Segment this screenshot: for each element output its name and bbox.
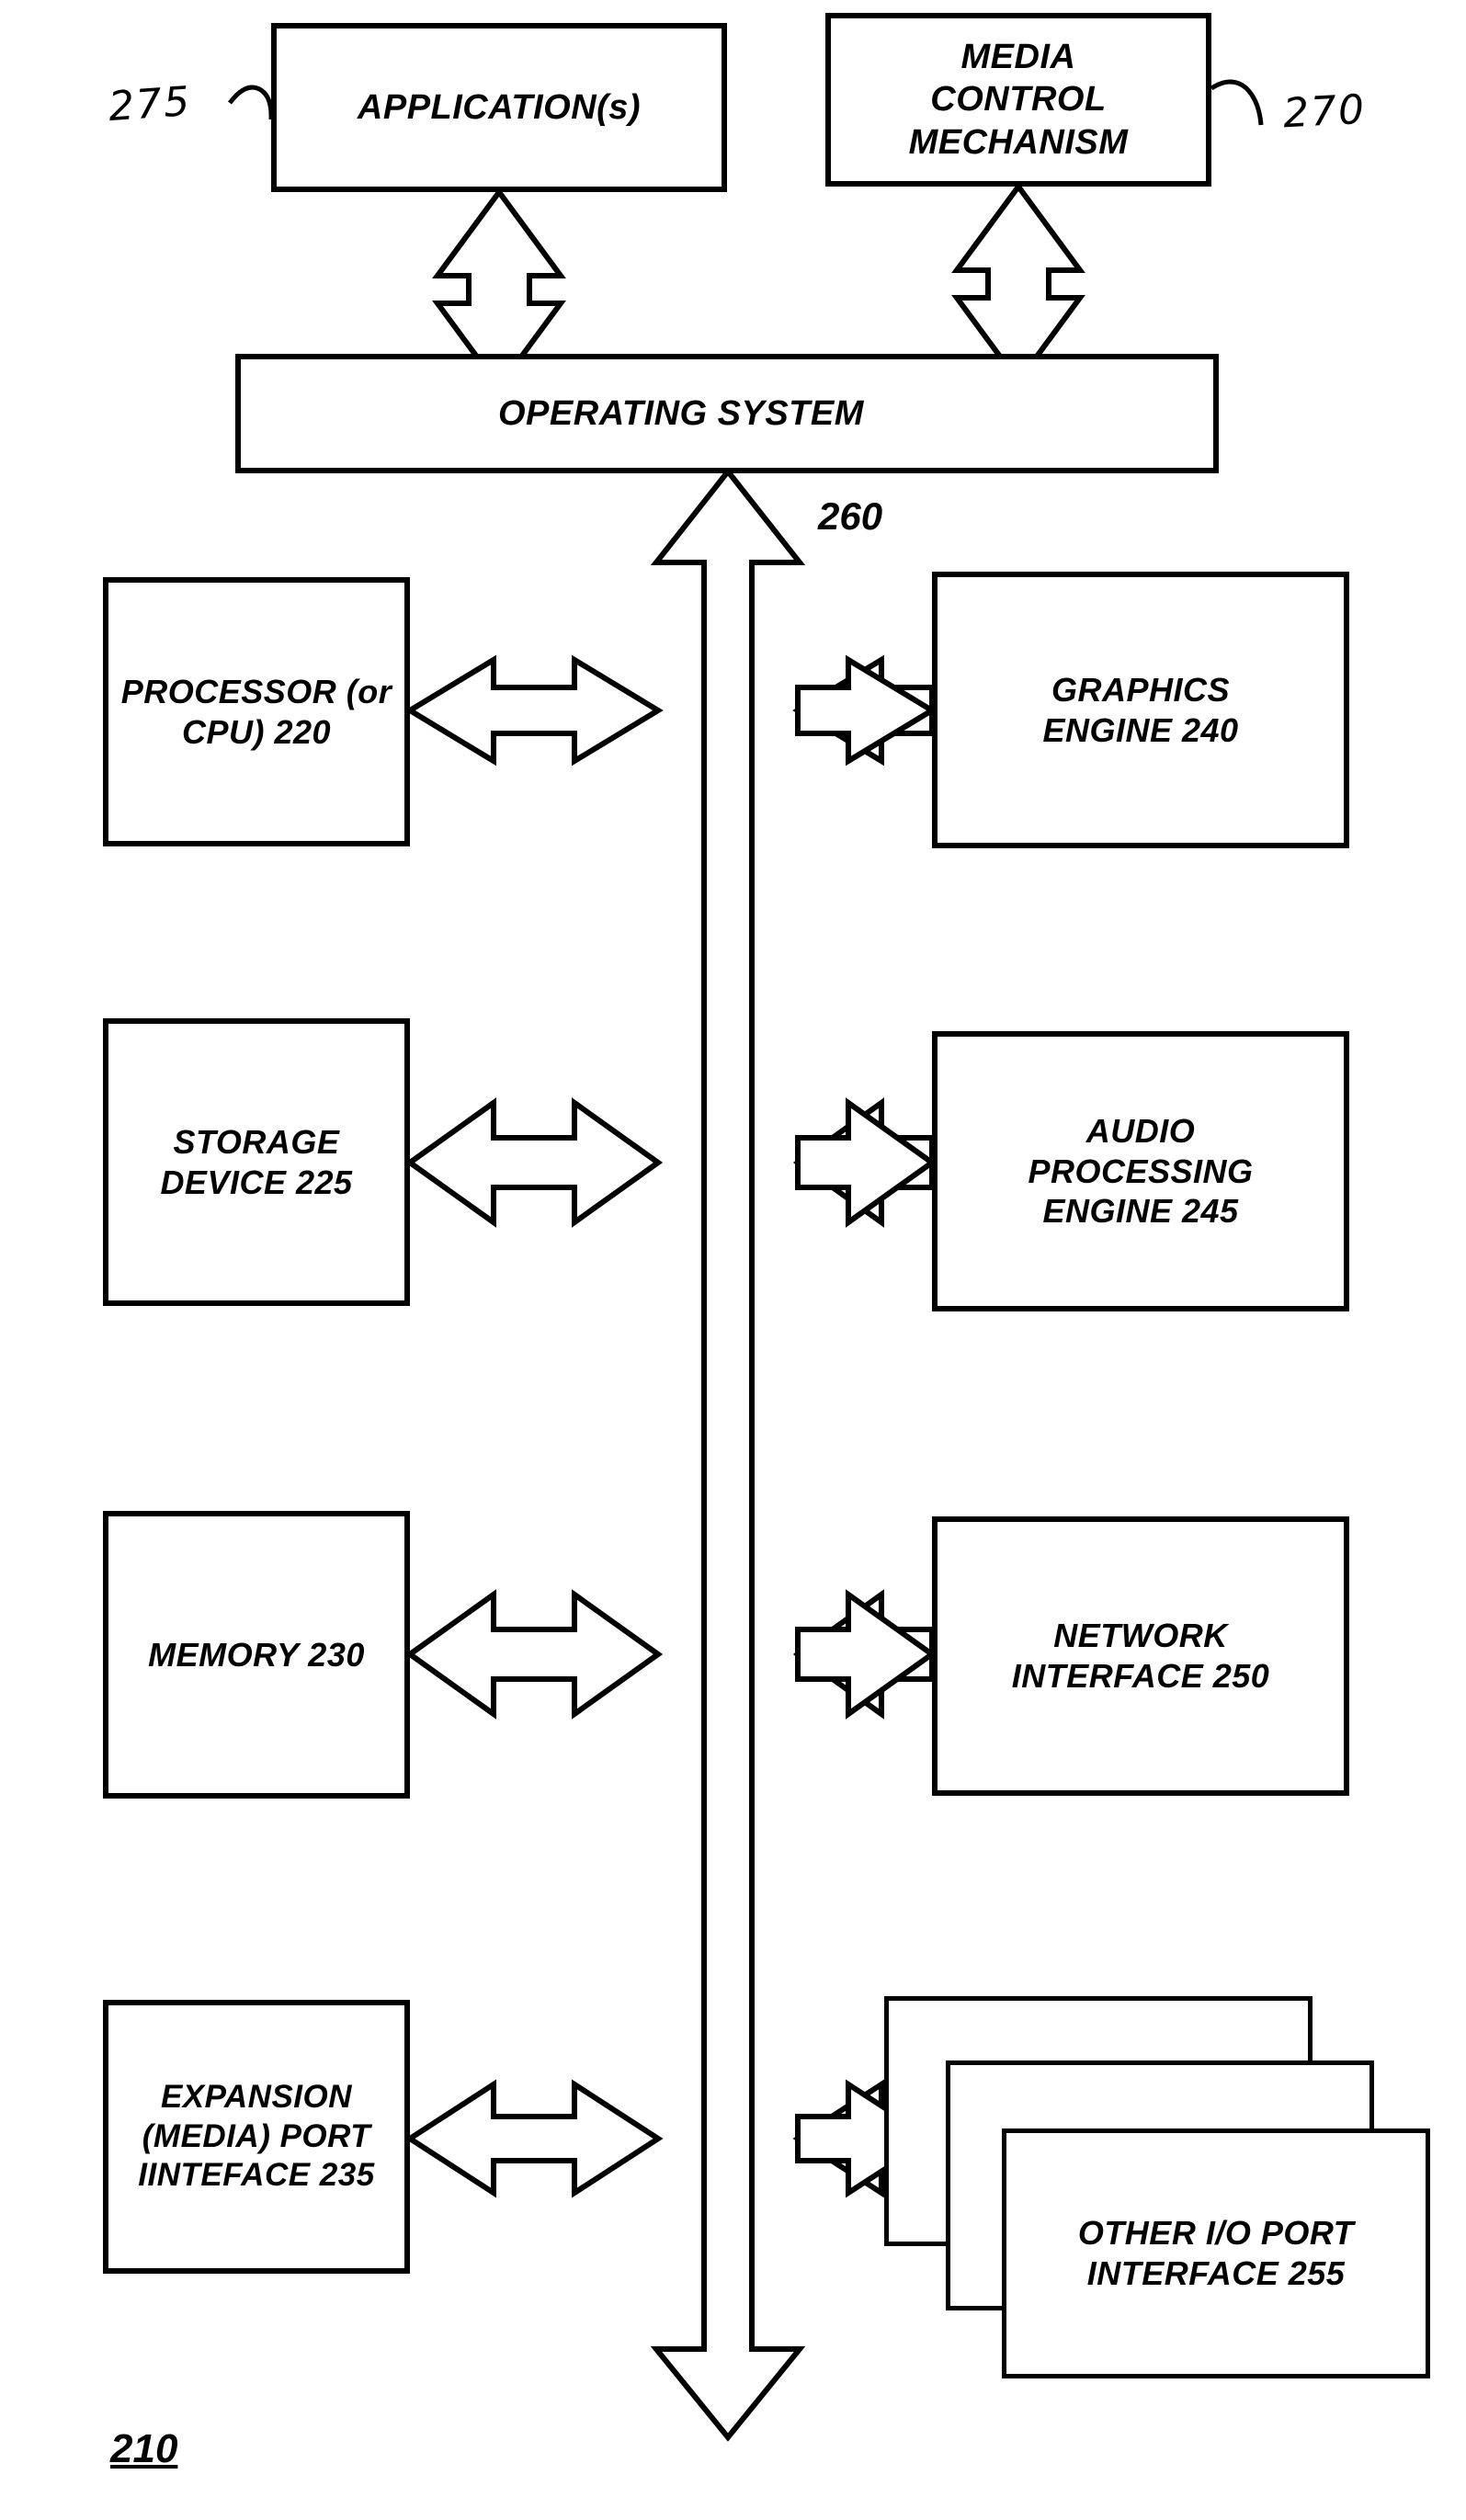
arrow-graphics-bus: [795, 654, 938, 766]
block-processor: PROCESSOR (or CPU) 220: [103, 577, 410, 846]
reference-numeral-275: 275: [107, 77, 193, 131]
block-audio-processing-engine: AUDIO PROCESSING ENGINE 245: [932, 1031, 1349, 1311]
arrow-bus-network: [792, 1589, 935, 1720]
block-operating-system: OPERATING SYSTEM: [235, 354, 1219, 473]
block-application-label: APPLICATION(s): [357, 87, 642, 127]
block-memory-label: MEMORY 230: [148, 1635, 365, 1674]
arrow-memory-bus: [404, 1589, 664, 1720]
block-audio-processing-engine-label: AUDIO PROCESSING ENGINE 245: [1028, 1111, 1254, 1231]
arrow-expansion-bus: [404, 2079, 664, 2198]
block-graphics-engine: GRAPHICS ENGINE 240: [932, 572, 1349, 848]
block-expansion-media-port-interface-label: EXPANSION (MEDIA) PORT IINTEFACE 235: [138, 2078, 375, 2194]
arrow-processor-bus: [404, 654, 664, 766]
arrow-bus-audio: [792, 1097, 935, 1228]
block-graphics-engine-label: GRAPHICS ENGINE 240: [1042, 670, 1239, 749]
block-other-io-port-interface-label: OTHER I/O PORT INTERFACE 255: [1077, 2214, 1355, 2292]
leader-line-275: [228, 85, 274, 120]
system-bus-arrow: [650, 467, 806, 2442]
block-storage-device: STORAGE DEVICE 225: [103, 1018, 410, 1306]
arrow-bus-graphics: [792, 654, 935, 766]
block-memory: MEMORY 230: [103, 1511, 410, 1799]
arrow-storage-bus: [404, 1097, 664, 1228]
block-media-control-mechanism: MEDIA CONTROL MECHANISM: [825, 13, 1211, 187]
arrow-audio-bus: [795, 1097, 938, 1228]
block-processor-label: PROCESSOR (or CPU) 220: [120, 672, 392, 751]
arrow-mediacontrol-to-os: [951, 181, 1085, 387]
reference-numeral-210: 210: [110, 2426, 178, 2471]
block-operating-system-label: OPERATING SYSTEM: [498, 393, 864, 433]
block-storage-device-label: STORAGE DEVICE 225: [160, 1122, 353, 1201]
reference-numeral-270: 270: [1281, 85, 1368, 138]
leader-line-270: [1210, 79, 1264, 126]
reference-numeral-260: 260: [818, 494, 883, 538]
patent-figure-canvas: 275 270 265 260 210 APPLICATION(s) MEDIA…: [0, 0, 1466, 2520]
block-network-interface-label: NETWORK INTERFACE 250: [1011, 1617, 1270, 1695]
arrow-network-bus: [795, 1589, 938, 1720]
block-media-control-mechanism-label: MEDIA CONTROL MECHANISM: [908, 37, 1129, 162]
block-network-interface: NETWORK INTERFACE 250: [932, 1516, 1349, 1796]
block-expansion-media-port-interface: EXPANSION (MEDIA) PORT IINTEFACE 235: [103, 2000, 410, 2274]
block-other-io-port-interface: OTHER I/O PORT INTERFACE 255: [1002, 2128, 1430, 2378]
block-application: APPLICATION(s): [271, 23, 727, 192]
